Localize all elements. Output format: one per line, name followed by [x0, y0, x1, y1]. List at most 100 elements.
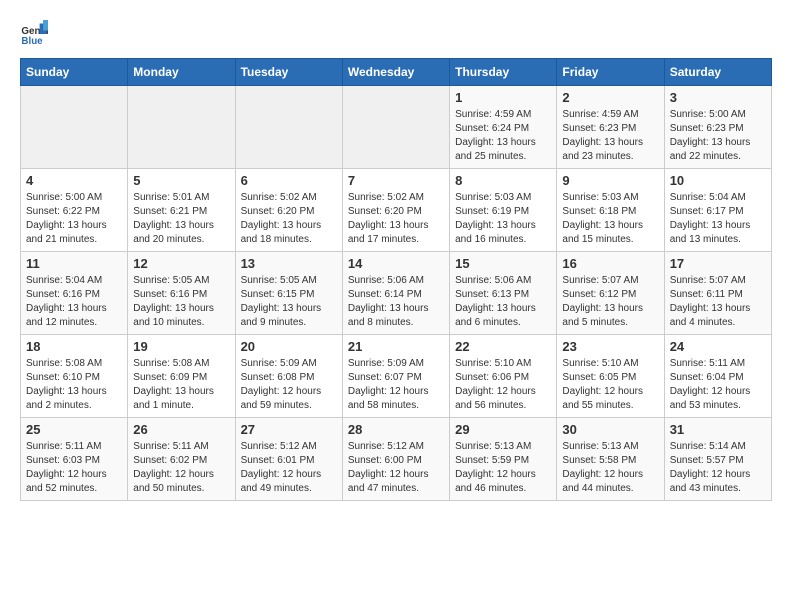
calendar-cell: 18 Sunrise: 5:08 AM Sunset: 6:10 PM Dayli… — [21, 335, 128, 418]
calendar-cell — [235, 86, 342, 169]
calendar-cell: 16Sunrise: 5:07 AM Sunset: 6:12 PM Dayli… — [557, 252, 664, 335]
calendar-cell — [21, 86, 128, 169]
day-number: 30 — [562, 422, 658, 437]
day-number: 12 — [133, 256, 229, 271]
calendar-week-row: 25 Sunrise: 5:11 AM Sunset: 6:03 PM Dayli… — [21, 418, 772, 501]
day-detail: Sunrise: 5:06 AM Sunset: 6:14 PM Dayligh… — [348, 274, 444, 330]
calendar-cell: 22 Sunrise: 5:10 AM Sunset: 6:06 PM Dayli… — [450, 335, 557, 418]
day-detail: Sunrise: 5:13 AM Sunset: 5:59 PM Dayligh… — [455, 440, 551, 496]
calendar-cell: 30 Sunrise: 5:13 AM Sunset: 5:58 PM Dayli… — [557, 418, 664, 501]
calendar-cell: 5Sunrise: 5:01 AM Sunset: 6:21 PM Daylig… — [128, 169, 235, 252]
logo-icon: General Blue — [20, 20, 48, 48]
day-number: 31 — [670, 422, 766, 437]
calendar-week-row: 4 Sunrise: 5:00 AM Sunset: 6:22 PM Daylig… — [21, 169, 772, 252]
day-detail: Sunrise: 5:10 AM Sunset: 6:05 PM Dayligh… — [562, 357, 658, 413]
calendar-cell: 26 Sunrise: 5:11 AM Sunset: 6:02 PM Dayli… — [128, 418, 235, 501]
calendar-cell: 27Sunrise: 5:12 AM Sunset: 6:01 PM Dayli… — [235, 418, 342, 501]
day-detail: Sunrise: 5:03 AM Sunset: 6:19 PM Dayligh… — [455, 191, 551, 247]
day-detail: Sunrise: 5:11 AM Sunset: 6:03 PM Dayligh… — [26, 440, 122, 496]
day-number: 14 — [348, 256, 444, 271]
calendar-cell: 6Sunrise: 5:02 AM Sunset: 6:20 PM Daylig… — [235, 169, 342, 252]
day-number: 9 — [562, 173, 658, 188]
day-header-thursday: Thursday — [450, 59, 557, 86]
day-header-tuesday: Tuesday — [235, 59, 342, 86]
calendar-cell: 9 Sunrise: 5:03 AM Sunset: 6:18 PM Daylig… — [557, 169, 664, 252]
calendar-cell: 14 Sunrise: 5:06 AM Sunset: 6:14 PM Dayli… — [342, 252, 449, 335]
day-detail: Sunrise: 5:14 AM Sunset: 5:57 PM Dayligh… — [670, 440, 766, 496]
calendar-cell: 8 Sunrise: 5:03 AM Sunset: 6:19 PM Daylig… — [450, 169, 557, 252]
day-number: 4 — [26, 173, 122, 188]
calendar-cell: 11 Sunrise: 5:04 AM Sunset: 6:16 PM Dayli… — [21, 252, 128, 335]
calendar-cell — [342, 86, 449, 169]
day-number: 11 — [26, 256, 122, 271]
day-number: 20 — [241, 339, 337, 354]
calendar-table: SundayMondayTuesdayWednesdayThursdayFrid… — [20, 58, 772, 501]
day-number: 15 — [455, 256, 551, 271]
day-number: 6 — [241, 173, 337, 188]
day-detail: Sunrise: 5:08 AM Sunset: 6:10 PM Dayligh… — [26, 357, 122, 413]
day-number: 24 — [670, 339, 766, 354]
calendar-week-row: 11 Sunrise: 5:04 AM Sunset: 6:16 PM Dayli… — [21, 252, 772, 335]
day-number: 13 — [241, 256, 337, 271]
calendar-cell: 13 Sunrise: 5:05 AM Sunset: 6:15 PM Dayli… — [235, 252, 342, 335]
calendar-cell: 28 Sunrise: 5:12 AM Sunset: 6:00 PM Dayli… — [342, 418, 449, 501]
calendar-cell: 20 Sunrise: 5:09 AM Sunset: 6:08 PM Dayli… — [235, 335, 342, 418]
day-number: 23 — [562, 339, 658, 354]
calendar-cell: 3Sunrise: 5:00 AM Sunset: 6:23 PM Daylig… — [664, 86, 771, 169]
day-number: 22 — [455, 339, 551, 354]
day-number: 17 — [670, 256, 766, 271]
day-number: 25 — [26, 422, 122, 437]
svg-text:Blue: Blue — [21, 36, 43, 47]
day-number: 10 — [670, 173, 766, 188]
calendar-cell: 25 Sunrise: 5:11 AM Sunset: 6:03 PM Dayli… — [21, 418, 128, 501]
day-number: 16 — [562, 256, 658, 271]
day-detail: Sunrise: 5:05 AM Sunset: 6:15 PM Dayligh… — [241, 274, 337, 330]
day-detail: Sunrise: 5:10 AM Sunset: 6:06 PM Dayligh… — [455, 357, 551, 413]
day-detail: Sunrise: 5:13 AM Sunset: 5:58 PM Dayligh… — [562, 440, 658, 496]
calendar-cell: 12 Sunrise: 5:05 AM Sunset: 6:16 PM Dayli… — [128, 252, 235, 335]
calendar-cell: 24 Sunrise: 5:11 AM Sunset: 6:04 PM Dayli… — [664, 335, 771, 418]
page-header: General Blue — [20, 20, 772, 48]
calendar-cell — [128, 86, 235, 169]
day-number: 8 — [455, 173, 551, 188]
day-number: 18 — [26, 339, 122, 354]
calendar-cell: 7 Sunrise: 5:02 AM Sunset: 6:20 PM Daylig… — [342, 169, 449, 252]
calendar-header-row: SundayMondayTuesdayWednesdayThursdayFrid… — [21, 59, 772, 86]
calendar-cell: 19Sunrise: 5:08 AM Sunset: 6:09 PM Dayli… — [128, 335, 235, 418]
day-detail: Sunrise: 5:04 AM Sunset: 6:17 PM Dayligh… — [670, 191, 766, 247]
day-detail: Sunrise: 5:04 AM Sunset: 6:16 PM Dayligh… — [26, 274, 122, 330]
calendar-cell: 15 Sunrise: 5:06 AM Sunset: 6:13 PM Dayli… — [450, 252, 557, 335]
day-number: 7 — [348, 173, 444, 188]
calendar-cell: 10 Sunrise: 5:04 AM Sunset: 6:17 PM Dayli… — [664, 169, 771, 252]
day-detail: Sunrise: 5:00 AM Sunset: 6:22 PM Dayligh… — [26, 191, 122, 247]
calendar-cell: 17 Sunrise: 5:07 AM Sunset: 6:11 PM Dayli… — [664, 252, 771, 335]
day-number: 21 — [348, 339, 444, 354]
day-detail: Sunrise: 5:07 AM Sunset: 6:11 PM Dayligh… — [670, 274, 766, 330]
day-number: 1 — [455, 90, 551, 105]
day-number: 2 — [562, 90, 658, 105]
day-detail: Sunrise: 5:03 AM Sunset: 6:18 PM Dayligh… — [562, 191, 658, 247]
day-detail: Sunrise: 5:00 AM Sunset: 6:23 PM Dayligh… — [670, 108, 766, 164]
day-number: 28 — [348, 422, 444, 437]
day-detail: Sunrise: 5:09 AM Sunset: 6:08 PM Dayligh… — [241, 357, 337, 413]
day-detail: Sunrise: 5:12 AM Sunset: 6:00 PM Dayligh… — [348, 440, 444, 496]
calendar-cell: 21 Sunrise: 5:09 AM Sunset: 6:07 PM Dayli… — [342, 335, 449, 418]
day-detail: Sunrise: 5:11 AM Sunset: 6:02 PM Dayligh… — [133, 440, 229, 496]
calendar-week-row: 1 Sunrise: 4:59 AM Sunset: 6:24 PM Daylig… — [21, 86, 772, 169]
day-detail: Sunrise: 5:11 AM Sunset: 6:04 PM Dayligh… — [670, 357, 766, 413]
day-number: 29 — [455, 422, 551, 437]
day-detail: Sunrise: 5:09 AM Sunset: 6:07 PM Dayligh… — [348, 357, 444, 413]
day-detail: Sunrise: 5:02 AM Sunset: 6:20 PM Dayligh… — [348, 191, 444, 247]
day-number: 26 — [133, 422, 229, 437]
day-header-friday: Friday — [557, 59, 664, 86]
calendar-week-row: 18 Sunrise: 5:08 AM Sunset: 6:10 PM Dayli… — [21, 335, 772, 418]
day-detail: Sunrise: 5:01 AM Sunset: 6:21 PM Dayligh… — [133, 191, 229, 247]
day-header-wednesday: Wednesday — [342, 59, 449, 86]
calendar-cell: 4 Sunrise: 5:00 AM Sunset: 6:22 PM Daylig… — [21, 169, 128, 252]
day-detail: Sunrise: 5:06 AM Sunset: 6:13 PM Dayligh… — [455, 274, 551, 330]
day-detail: Sunrise: 5:05 AM Sunset: 6:16 PM Dayligh… — [133, 274, 229, 330]
day-detail: Sunrise: 4:59 AM Sunset: 6:24 PM Dayligh… — [455, 108, 551, 164]
calendar-cell: 23 Sunrise: 5:10 AM Sunset: 6:05 PM Dayli… — [557, 335, 664, 418]
calendar-cell: 29 Sunrise: 5:13 AM Sunset: 5:59 PM Dayli… — [450, 418, 557, 501]
day-detail: Sunrise: 4:59 AM Sunset: 6:23 PM Dayligh… — [562, 108, 658, 164]
